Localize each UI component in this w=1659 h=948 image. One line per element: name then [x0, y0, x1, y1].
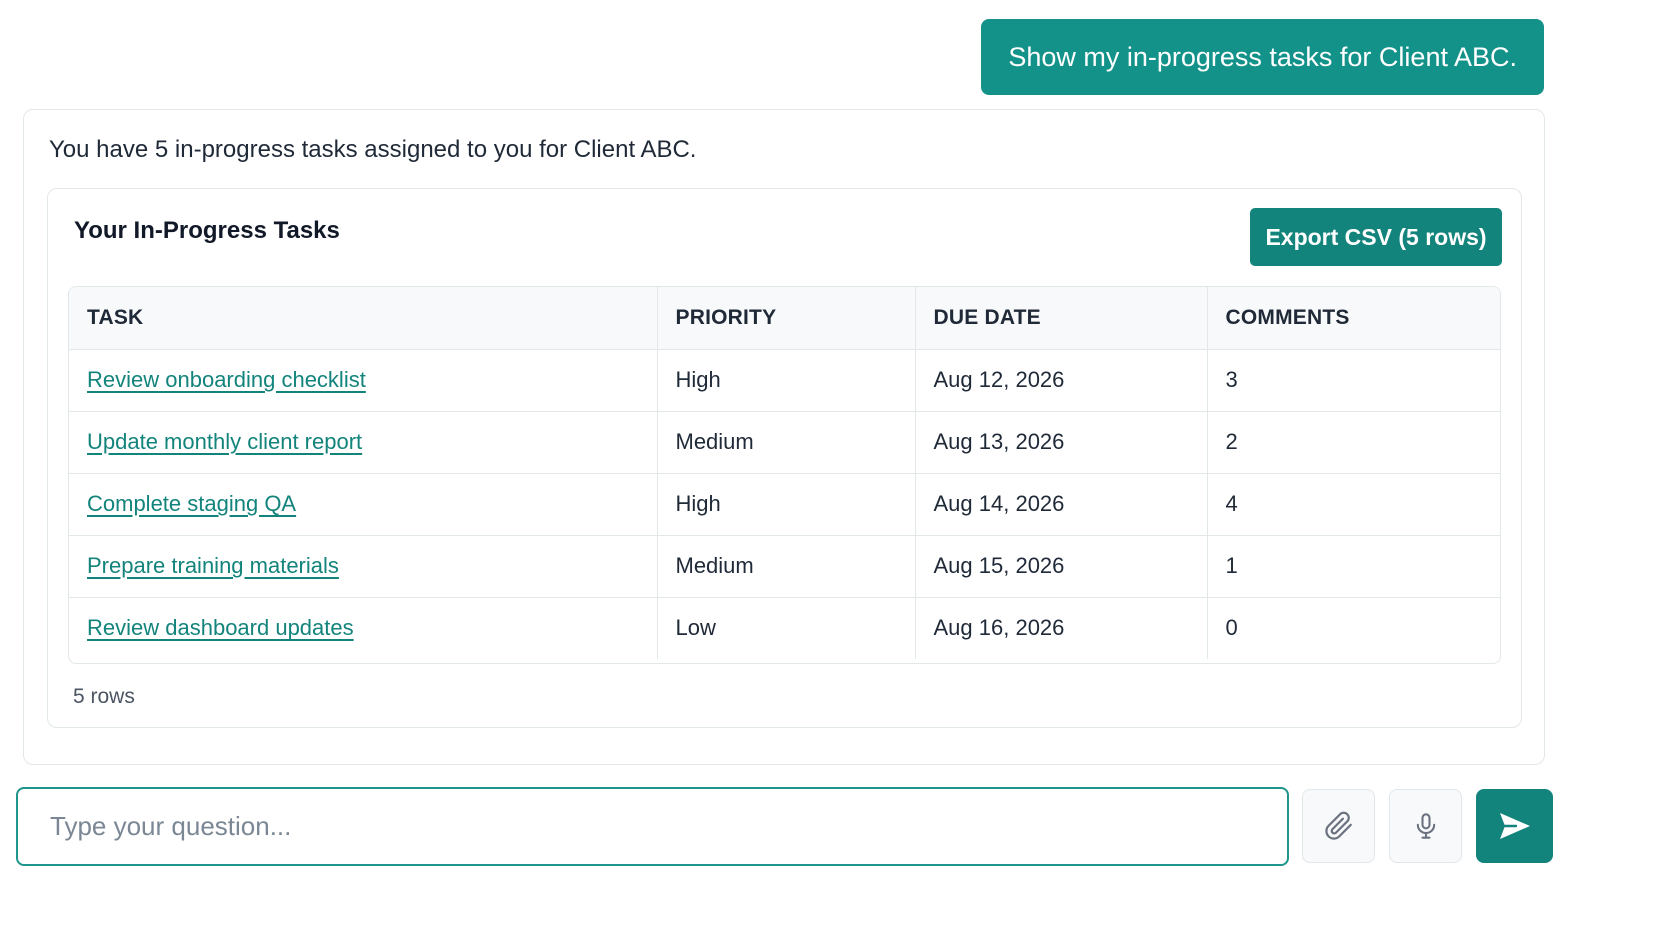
column-header-task: TASK [69, 287, 657, 350]
export-csv-button[interactable]: Export CSV (5 rows) [1250, 208, 1502, 266]
column-header-priority: PRIORITY [656, 287, 915, 350]
panel-title: Your In-Progress Tasks [74, 217, 340, 244]
priority-cell: Medium [656, 411, 915, 474]
table-header-row: TASK PRIORITY DUE DATE COMMENTS [69, 287, 1500, 350]
send-button[interactable] [1476, 789, 1553, 863]
due-date-cell: Aug 13, 2026 [914, 411, 1207, 474]
microphone-button[interactable] [1389, 789, 1462, 863]
task-link[interactable]: Review onboarding checklist [87, 367, 366, 392]
task-cell: Review onboarding checklist [69, 349, 657, 412]
microphone-icon [1412, 811, 1440, 841]
column-header-comments: COMMENTS [1206, 287, 1500, 350]
send-icon [1498, 811, 1532, 841]
due-date-cell: Aug 16, 2026 [914, 597, 1207, 659]
row-count-label: 5 rows [73, 685, 135, 708]
comments-cell: 3 [1206, 349, 1500, 412]
table-row: Prepare training materials Medium Aug 15… [69, 535, 1500, 598]
table-row: Complete staging QA High Aug 14, 2026 4 [69, 473, 1500, 536]
table-row: Review onboarding checklist High Aug 12,… [69, 349, 1500, 412]
comments-cell: 0 [1206, 597, 1500, 659]
assistant-intro-text: You have 5 in-progress tasks assigned to… [49, 136, 697, 163]
priority-cell: Low [656, 597, 915, 659]
tasks-table-container: TASK PRIORITY DUE DATE COMMENTS Review o… [68, 286, 1501, 664]
task-link[interactable]: Review dashboard updates [87, 615, 354, 640]
attach-button[interactable] [1302, 789, 1375, 863]
tasks-panel: Your In-Progress Tasks Export CSV (5 row… [47, 188, 1522, 728]
priority-cell: High [656, 473, 915, 536]
due-date-cell: Aug 15, 2026 [914, 535, 1207, 598]
comments-cell: 4 [1206, 473, 1500, 536]
due-date-cell: Aug 12, 2026 [914, 349, 1207, 412]
task-cell: Update monthly client report [69, 411, 657, 474]
task-cell: Review dashboard updates [69, 597, 657, 659]
column-header-due-date: DUE DATE [914, 287, 1207, 350]
priority-cell: Medium [656, 535, 915, 598]
priority-cell: High [656, 349, 915, 412]
chat-page: Show my in-progress tasks for Client ABC… [0, 0, 1659, 948]
tasks-table: TASK PRIORITY DUE DATE COMMENTS Review o… [69, 287, 1500, 659]
paperclip-icon [1324, 811, 1354, 841]
user-message-bubble: Show my in-progress tasks for Client ABC… [981, 19, 1544, 95]
task-cell: Prepare training materials [69, 535, 657, 598]
task-link[interactable]: Update monthly client report [87, 429, 362, 454]
assistant-response-card: You have 5 in-progress tasks assigned to… [23, 109, 1545, 765]
table-row: Review dashboard updates Low Aug 16, 202… [69, 597, 1500, 659]
question-input[interactable] [16, 787, 1289, 866]
comments-cell: 2 [1206, 411, 1500, 474]
task-link[interactable]: Prepare training materials [87, 553, 339, 578]
table-row: Update monthly client report Medium Aug … [69, 411, 1500, 474]
due-date-cell: Aug 14, 2026 [914, 473, 1207, 536]
comments-cell: 1 [1206, 535, 1500, 598]
task-cell: Complete staging QA [69, 473, 657, 536]
task-link[interactable]: Complete staging QA [87, 491, 296, 516]
